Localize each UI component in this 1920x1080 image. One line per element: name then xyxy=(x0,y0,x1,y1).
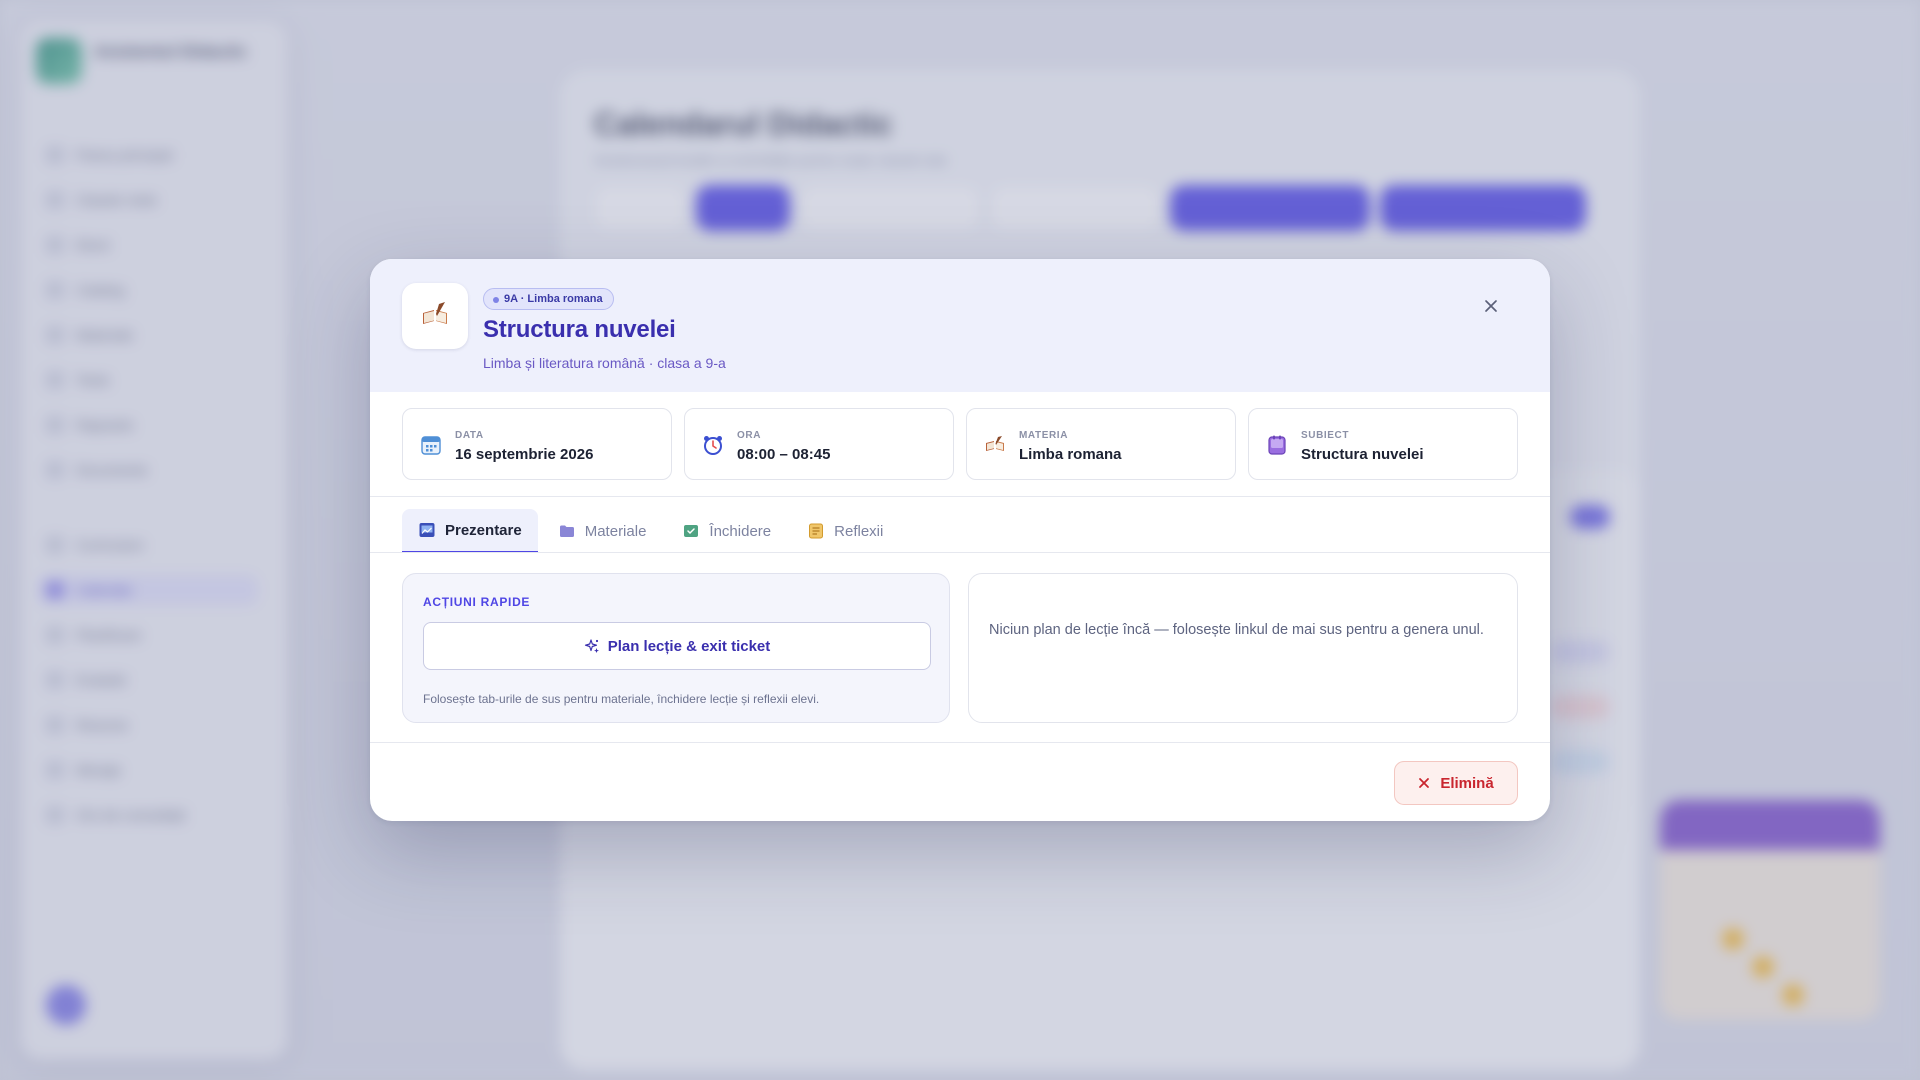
info-label: SUBIECT xyxy=(1301,430,1350,441)
info-value: Limba romana xyxy=(1019,446,1122,463)
divider xyxy=(370,552,1550,553)
lesson-info-row: DATA 16 septembrie 2026 ORA 08:00 – 08:4… xyxy=(402,408,1518,480)
sparkles-icon xyxy=(584,639,599,653)
tab-bar: Prezentare Materiale Închidere Reflexii xyxy=(402,509,899,553)
plan-lesson-button[interactable]: Plan lecție & exit ticket xyxy=(423,622,931,670)
reflection-note-icon xyxy=(809,523,824,539)
info-card-subject: MATERIA Limba romana xyxy=(966,408,1236,480)
folder-icon xyxy=(559,525,574,537)
tab-label: Materiale xyxy=(584,522,647,540)
close-icon xyxy=(1419,778,1430,788)
lesson-plan-card: Niciun plan de lecție încă — folosește l… xyxy=(968,573,1518,723)
info-card-date: DATA 16 septembrie 2026 xyxy=(402,408,672,480)
close-icon xyxy=(1485,300,1497,312)
tab-prezentare[interactable]: Prezentare xyxy=(402,509,538,553)
info-label: MATERIA xyxy=(1019,430,1069,441)
tab-materiale[interactable]: Materiale xyxy=(542,509,663,553)
info-card-topic: SUBIECT Structura nuvelei xyxy=(1248,408,1518,480)
delete-label: Elimină xyxy=(1440,774,1494,792)
notebook-icon xyxy=(1268,435,1286,455)
delete-button[interactable]: Elimină xyxy=(1394,761,1518,805)
plan-lesson-label: Plan lecție & exit ticket xyxy=(607,637,771,655)
divider xyxy=(370,496,1550,497)
info-value: Structura nuvelei xyxy=(1301,446,1424,463)
tab-inchidere[interactable]: Închidere xyxy=(666,509,787,553)
close-button[interactable] xyxy=(1478,293,1504,319)
divider xyxy=(370,742,1550,743)
modal-title: Structura nuvelei xyxy=(483,316,676,343)
exit-ticket-icon xyxy=(684,525,699,537)
info-value: 16 septembrie 2026 xyxy=(455,446,594,463)
tab-label: Prezentare xyxy=(445,521,522,539)
lesson-detail-modal: 9A · Limba romana Structura nuvelei Limb… xyxy=(370,259,1550,821)
presentation-icon xyxy=(419,523,435,537)
modal-subtitle: Limba și literatura română · clasa a 9-a xyxy=(483,355,726,371)
quick-actions-card: ACȚIUNI RAPIDE Plan lecție & exit ticket… xyxy=(402,573,950,723)
tab-label: Închidere xyxy=(709,522,772,540)
tab-reflexii[interactable]: Reflexii xyxy=(791,509,899,553)
class-subject-badge: 9A · Limba romana xyxy=(483,288,614,310)
info-card-time: ORA 08:00 – 08:45 xyxy=(684,408,954,480)
book-quill-icon xyxy=(402,283,468,349)
lesson-plan-empty-message: Niciun plan de lecție încă — folosește l… xyxy=(989,622,1484,638)
quick-actions-hint: Folosește tab-urile de sus pentru materi… xyxy=(423,692,820,706)
book-quill-icon xyxy=(986,436,1004,451)
alarm-clock-icon xyxy=(704,436,722,455)
calendar-icon xyxy=(421,436,441,455)
modal-header: 9A · Limba romana Structura nuvelei Limb… xyxy=(370,259,1550,392)
info-label: ORA xyxy=(737,430,762,441)
tab-label: Reflexii xyxy=(834,522,884,540)
quick-actions-title: ACȚIUNI RAPIDE xyxy=(423,595,531,609)
info-label: DATA xyxy=(455,430,484,441)
info-value: 08:00 – 08:45 xyxy=(737,446,831,463)
